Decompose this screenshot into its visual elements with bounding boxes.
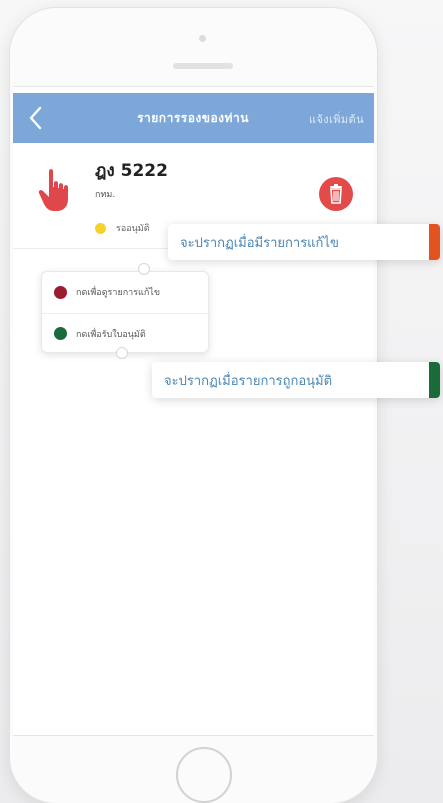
callout-text: จะปรากฏเมื่อมีรายการแก้ไข (180, 235, 339, 251)
province: กทม. (95, 190, 116, 200)
callout-tab (429, 362, 440, 398)
front-camera (199, 35, 206, 42)
back-button[interactable] (23, 104, 51, 132)
connector-dot (116, 347, 128, 359)
menu-item-get-approval[interactable]: กดเพื่อรับใบอนุมัติ (42, 313, 210, 353)
page-title: รายการรองของท่าน (137, 111, 249, 125)
stage: รายการรองของท่าน แจ้งเพิ่มต้น ฎง 5222 กท… (0, 0, 443, 803)
delete-button[interactable] (319, 177, 353, 211)
earpiece-speaker (173, 63, 233, 69)
status-dot-icon (95, 222, 106, 234)
menu-item-label: กดเพื่อรับใบอนุมัติ (76, 329, 146, 340)
menu-item-label: กดเพื่อดูรายการแก้ไข (76, 288, 160, 298)
callout-tab (429, 224, 440, 260)
home-button[interactable] (176, 747, 232, 803)
menu-item-view-edits[interactable]: กดเพื่อดูรายการแก้ไข (42, 272, 210, 312)
trash-icon (330, 184, 342, 204)
hand-pointer-icon (38, 169, 68, 211)
chevron-left-icon (29, 106, 42, 130)
callout-edit-note: จะปรากฏเมื่อมีรายการแก้ไข (168, 224, 440, 260)
callout-text: จะปรากฏเมื่อรายการถูกอนุมัติ (164, 373, 333, 389)
status-row: รออนุมัติ (95, 221, 150, 235)
nav-bar: รายการรองของท่าน แจ้งเพิ่มต้น (13, 93, 374, 143)
add-request-link[interactable]: แจ้งเพิ่มต้น (309, 110, 364, 128)
license-plate: ฎง 5222 (95, 161, 168, 181)
status-label: รออนุมัติ (116, 224, 150, 234)
red-dot-icon (54, 285, 67, 299)
callout-approved-note: จะปรากฏเมื่อรายการถูกอนุมัติ (152, 362, 440, 398)
phone-frame: รายการรองของท่าน แจ้งเพิ่มต้น ฎง 5222 กท… (10, 8, 377, 803)
green-dot-icon (54, 327, 67, 340)
phone-screen: รายการรองของท่าน แจ้งเพิ่มต้น ฎง 5222 กท… (13, 86, 374, 736)
connector-dot (138, 263, 150, 275)
action-menu: กดเพื่อดูรายการแก้ไข กดเพื่อรับใบอนุมัติ (41, 271, 210, 353)
